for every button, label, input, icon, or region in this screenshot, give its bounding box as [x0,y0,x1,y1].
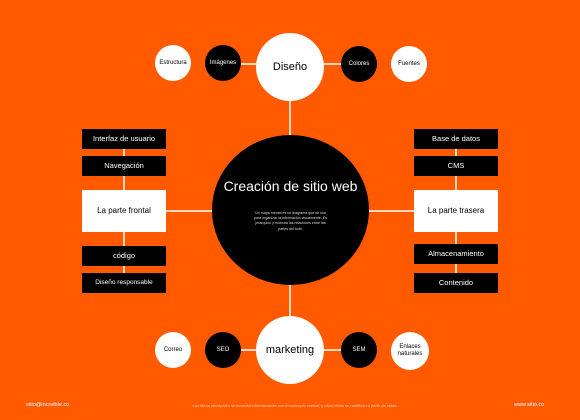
node-sem: SEM [341,332,377,368]
node-label: Diseño responsable [95,279,153,287]
central-title: Creación de sitio web [223,178,358,194]
node-cms: CMS [414,156,498,176]
footer-email: sitio@increible.co [26,402,70,408]
node-correo: Correo [155,332,191,368]
node-label: Colores [348,60,370,67]
node-label: Estructura [159,59,187,66]
central-description: Un mapa mental es un diagrama que se usa… [254,210,327,231]
node-navegacion: Navegación [82,156,166,176]
node-label: SEM [352,346,366,353]
node-almacenamiento: Almacenamiento [414,244,498,264]
footer-note: Las ideas principales se conectan direct… [192,403,398,408]
node-label: Enlaces naturales [397,344,423,357]
node-diseno-responsable: Diseño responsable [82,273,166,293]
node-label: SEO [216,346,230,353]
node-label: Interfaz de usuario [92,133,156,143]
hub-diseno: Diseño [256,33,324,101]
node-label: Base de datos [432,133,480,143]
node-seo: SEO [205,332,241,368]
hub-label: marketing [265,343,315,356]
hub-marketing: marketing [256,316,324,384]
node-estructura: Estructura [155,45,191,81]
node-label: CMS [447,160,465,170]
node-label: Contenido [438,277,474,287]
node-codigo: código [82,246,166,266]
hub-parte-trasera: La parte trasera [414,190,498,232]
node-label: Imágenes [209,59,237,66]
node-contenido: Contenido [414,273,498,293]
node-imagenes: Imágenes [205,45,241,81]
node-fuentes: Fuentes [391,46,427,82]
node-colores: Colores [341,46,377,82]
node-label: Correo [163,346,183,353]
hub-parte-frontal: La parte frontal [82,190,166,232]
central-topic: Creación de sitio web Un mapa mental es … [212,135,369,285]
footer-website: www.sitio.co [514,402,545,408]
hub-label: La parte frontal [97,206,151,216]
node-label: Navegación [104,160,144,170]
node-label: Almacenamiento [428,248,484,258]
node-enlaces-naturales: Enlaces naturales [391,332,429,370]
hub-label: Diseño [272,60,308,73]
hub-label: La parte trasera [427,206,485,216]
node-interfaz-usuario: Interfaz de usuario [82,129,166,149]
node-label: código [112,250,136,260]
node-base-datos: Base de datos [414,129,498,149]
node-label: Fuentes [398,60,420,67]
